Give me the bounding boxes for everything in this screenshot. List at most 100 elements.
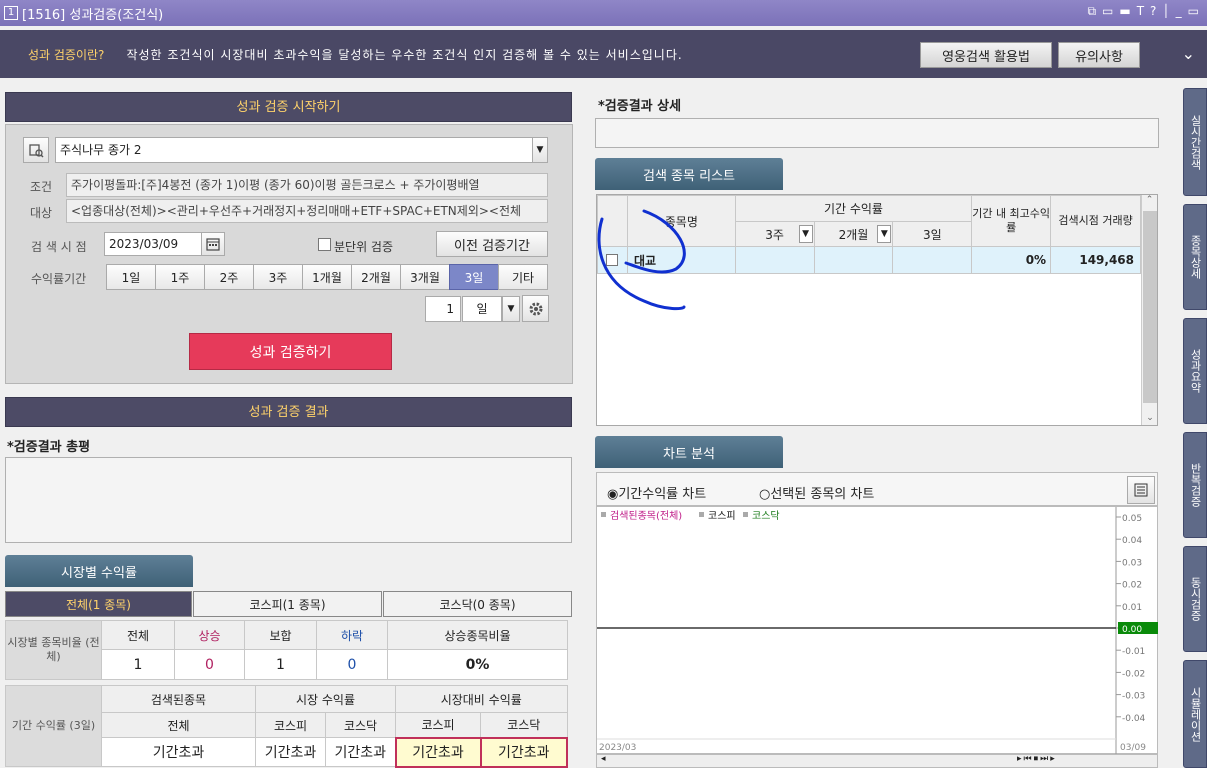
sidebar-tab-simultaneous[interactable]: 동시검증 (1183, 546, 1207, 652)
sidebar-tab-repeat[interactable]: 반복검증 (1183, 432, 1207, 538)
condition-label: 조건 (30, 180, 53, 194)
radio-period-chart-icon[interactable]: ◉ (607, 487, 618, 502)
ratio-value-down: 0 (316, 649, 388, 680)
period-3w[interactable]: 3주 (253, 264, 303, 290)
chart-svg: 0.05 0.04 0.03 0.02 0.01 0.00 -0.01 -0.02 -0.03 -… (597, 507, 1158, 755)
condition-dropdown-icon[interactable]: ▼ (532, 138, 547, 162)
sidebar-tab-stock-detail[interactable]: 종목상세 (1183, 204, 1207, 310)
chart-scroll-bar[interactable]: ◂ ▸⏮⏹⏭▸ (596, 754, 1158, 768)
restore-icon[interactable]: ▭ (1102, 4, 1113, 19)
sub-2m-dropdown-icon[interactable]: ▼ (877, 225, 892, 243)
list-scrollbar[interactable]: ⌃ ⌄ (1141, 195, 1157, 425)
chart-scroll-left-icon[interactable]: ◂ (601, 754, 606, 764)
chart-area: 0.05 0.04 0.03 0.02 0.01 0.00 -0.01 -0.02 -0.03 -… (596, 506, 1158, 755)
ratio-value-up-ratio: 0% (387, 649, 568, 680)
period-header-market: 시장 수익률 (255, 685, 396, 713)
market-tab-kosdaq[interactable]: 코스닥(0 종목) (383, 591, 572, 617)
period-1w[interactable]: 1주 (155, 264, 205, 290)
chevron-down-icon[interactable]: ⌄ (1182, 44, 1195, 63)
period-sub-vs-kospi: 코스피 (395, 712, 481, 738)
chart-menu-icon[interactable] (1127, 476, 1155, 504)
period-row-label: 기간 수익률 (3일) (5, 685, 102, 767)
x-end-label: 03/09 (1120, 743, 1146, 753)
radio-period-chart-label[interactable]: 기간수익률 차트 (618, 487, 706, 502)
chart-playback-icons[interactable]: ▸⏮⏹⏭▸ (1017, 754, 1057, 764)
calendar-icon[interactable] (201, 232, 225, 256)
ratio-row-label: 시장별 종목비율 (전체) (5, 620, 102, 680)
pin-icon[interactable]: ▬ (1119, 4, 1130, 19)
market-tab-kospi[interactable]: 코스피(1 종목) (193, 591, 382, 617)
scroll-thumb[interactable] (1143, 211, 1157, 403)
link-icon[interactable]: ⧉ (1087, 4, 1096, 19)
y-tick-label: -0.01 (1122, 647, 1145, 657)
period-3d[interactable]: 3일 (449, 264, 499, 290)
sidebar-tab-realtime[interactable]: 실시간검색 (1183, 88, 1207, 196)
ratio-value-up: 0 (174, 649, 245, 680)
window-title: [1516] 성과검증(조건식) (22, 7, 164, 23)
scroll-up-icon[interactable]: ⌃ (1142, 195, 1157, 205)
period-number-input[interactable]: 1 (425, 296, 461, 322)
y-tick-label: 0.04 (1122, 536, 1142, 546)
unit-dropdown-icon[interactable]: ▼ (502, 296, 520, 322)
period-unit-select[interactable]: 일 (462, 296, 502, 322)
maximize-icon[interactable]: ▭ (1188, 4, 1199, 19)
radio-stock-chart-label[interactable]: 선택된 종목의 차트 (770, 487, 874, 502)
col-volume: 검색시점 거래량 (1050, 195, 1141, 247)
stock-list-tab[interactable]: 검색 종목 리스트 (595, 158, 783, 190)
minimize-icon[interactable]: _ (1176, 4, 1182, 19)
row-volume: 149,468 (1050, 246, 1141, 274)
sub-3d: 3일 (892, 221, 973, 247)
period-1m[interactable]: 1개월 (302, 264, 352, 290)
period-etc[interactable]: 기타 (498, 264, 548, 290)
market-tab-all[interactable]: 전체(1 종목) (5, 591, 192, 617)
notice-button[interactable]: 유의사항 (1058, 42, 1140, 68)
period-3m[interactable]: 3개월 (400, 264, 450, 290)
ratio-value-all: 1 (101, 649, 175, 680)
y-tick-label: -0.02 (1122, 669, 1145, 679)
minute-check-checkbox[interactable] (318, 238, 331, 251)
period-2m[interactable]: 2개월 (351, 264, 401, 290)
usage-guide-button[interactable]: 영웅검색 활용법 (920, 42, 1052, 68)
period-2w[interactable]: 2주 (204, 264, 254, 290)
run-verification-button[interactable]: 성과 검증하기 (189, 333, 392, 370)
radio-stock-chart-icon[interactable]: ○ (759, 487, 770, 502)
font-icon[interactable]: T (1137, 4, 1144, 19)
y-tick-label: -0.04 (1122, 714, 1146, 724)
summary-box (5, 457, 572, 543)
prev-period-button[interactable]: 이전 검증기간 (436, 231, 548, 257)
legend-label: 코스닥 (752, 510, 780, 522)
condition-select[interactable]: 주식나무 종가 2 (55, 137, 548, 163)
sidebar-tab-simulation[interactable]: 시뮬레이션 (1183, 660, 1207, 768)
target-text: <업종대상(전체)><관리+우선주+거래정지+정리매매+ETF+SPAC+ETN… (66, 199, 548, 223)
chart-analysis-tab[interactable]: 차트 분석 (595, 436, 783, 468)
scroll-down-icon[interactable]: ⌄ (1142, 413, 1158, 423)
period-value-vs-kosdaq: 기간초과 (479, 736, 568, 768)
help-icon[interactable]: ? (1150, 4, 1156, 19)
search-date-input[interactable]: 2023/03/09 (104, 232, 202, 256)
sub-3w-dropdown-icon[interactable]: ▼ (798, 225, 813, 243)
period-sub-kospi: 코스피 (255, 712, 326, 738)
col-period-return: 기간 수익률 (734, 195, 973, 222)
col-max-return: 기간 내 최고수익률 (971, 195, 1052, 247)
window-number: 1 (4, 6, 18, 20)
gear-icon[interactable] (522, 295, 549, 322)
y-tick-label: 0.03 (1122, 558, 1142, 568)
period-1d[interactable]: 1일 (106, 264, 156, 290)
window-controls: ⧉ ▭ ▬ T ? │ _ ▭ (1087, 4, 1199, 19)
period-header-vs-market: 시장대비 수익률 (395, 685, 568, 713)
row-max-return: 0% (971, 246, 1052, 274)
current-value-label: 0.00 (1122, 625, 1142, 635)
legend-marker-icon (743, 512, 748, 517)
sub-3w: 3주 (765, 227, 784, 242)
window-titlebar: 1 [1516] 성과검증(조건식) ⧉ ▭ ▬ T ? │ _ ▭ (0, 0, 1207, 26)
sidebar-tab-summary[interactable]: 성과요약 (1183, 318, 1207, 424)
condition-load-icon[interactable] (23, 137, 49, 163)
market-return-tab[interactable]: 시장별 수익률 (5, 555, 193, 587)
legend-label: 검색된종목(전체) (610, 510, 682, 522)
separator-icon: │ (1162, 4, 1170, 18)
x-start-label: 2023/03 (599, 743, 636, 753)
period-sub-kosdaq: 코스닥 (325, 712, 396, 738)
target-label: 대상 (30, 206, 53, 220)
ratio-header-all: 전체 (101, 620, 175, 650)
y-tick-label: 0.01 (1122, 603, 1142, 613)
